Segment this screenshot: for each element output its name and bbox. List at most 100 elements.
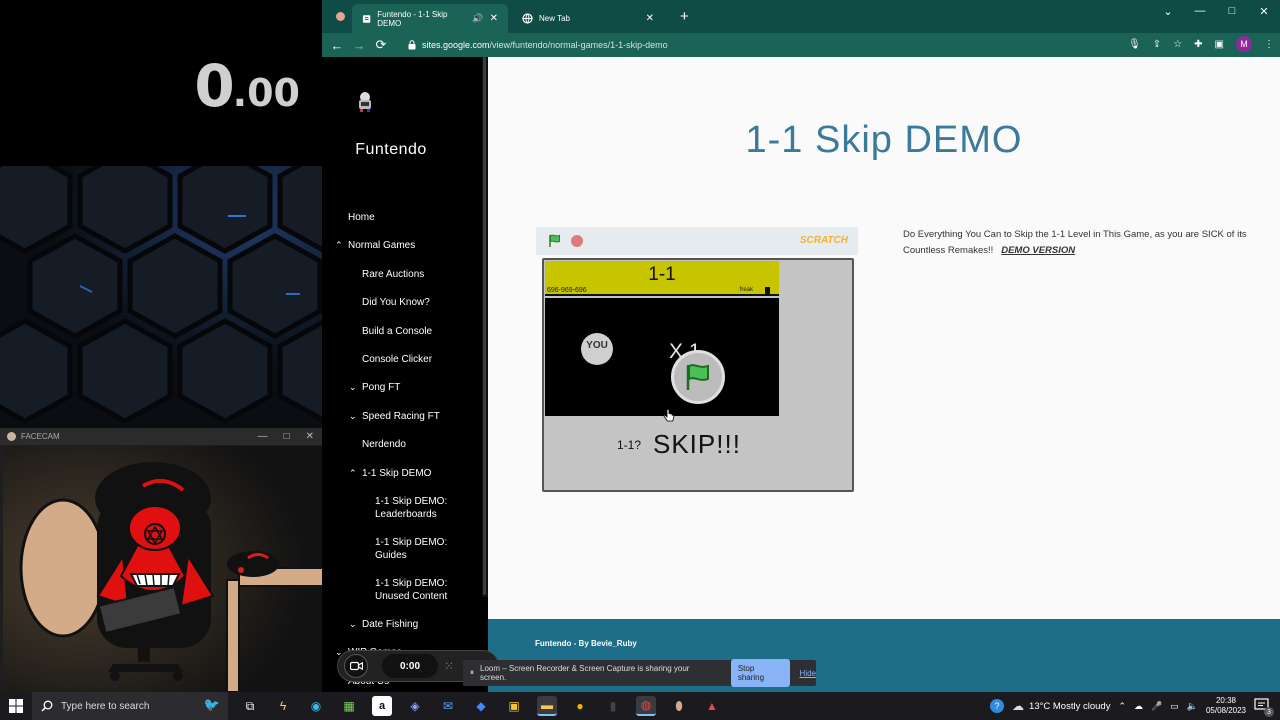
nav-item-home[interactable]: Home	[348, 211, 460, 224]
forward-arrow-icon[interactable]: →	[348, 38, 370, 53]
tab-funtendo[interactable]: Funtendo - 1-1 Skip DEMO 🔊 ✕	[352, 4, 508, 33]
facecam-titlebar[interactable]: FACECAM — □ ✕	[0, 428, 322, 445]
nav-item-1-1-skip-demo-guides[interactable]: 1-1 Skip DEMO: Guides	[375, 536, 460, 562]
drag-handle-icon[interactable]: ⁙	[444, 659, 454, 673]
cloud-sync-icon[interactable]: ☁	[1134, 701, 1143, 712]
stop-sharing-button[interactable]: Stop sharing	[730, 659, 790, 687]
triangle-app-icon[interactable]: ▲	[702, 696, 722, 716]
tab-close-icon[interactable]: ✕	[490, 13, 498, 24]
egg-app-icon[interactable]: ⬮	[669, 696, 689, 716]
chevron-down-icon[interactable]: ⌄	[349, 381, 357, 394]
nav-item-did-you-know[interactable]: Did You Know?	[362, 296, 460, 309]
notification-center-icon[interactable]: 3	[1254, 697, 1274, 717]
loom-recording-time[interactable]: 0:00	[382, 654, 438, 678]
profile-avatar[interactable]: M	[1236, 36, 1252, 52]
nav-item-label: Speed Racing FT	[362, 410, 440, 422]
loom-camera-toggle[interactable]	[344, 654, 368, 678]
weather-widget[interactable]: ☁ 13°C Mostly cloudy	[1012, 699, 1110, 713]
help-icon[interactable]: ?	[990, 699, 1005, 713]
tab-search-button[interactable]: ⌄	[1152, 0, 1184, 22]
facecam-minimize-button[interactable]: —	[258, 431, 268, 442]
demo-version-link[interactable]: DEMO VERSION	[1001, 245, 1075, 256]
file-explorer-icon[interactable]: ▬	[537, 696, 557, 716]
nav-item-date-fishing[interactable]: ⌄ Date Fishing	[349, 618, 460, 631]
chevron-up-icon[interactable]: ⌃	[349, 467, 357, 480]
level-marker	[765, 287, 770, 294]
weather-text: 13°C Mostly cloudy	[1029, 700, 1111, 712]
site-sidebar-nav: Funtendo Home ⌃ Normal Games Rare Auctions D…	[322, 57, 488, 692]
minimize-button[interactable]: —	[1184, 0, 1216, 22]
hide-link[interactable]: Hide	[800, 669, 816, 678]
nav-item-label: Pong FT	[362, 382, 401, 394]
nav-item-1-1-skip-demo[interactable]: ⌃ 1-1 Skip DEMO	[349, 467, 460, 480]
system-clock[interactable]: 20:38 05/08/2023	[1206, 696, 1246, 716]
scratch-logo[interactable]: SCRATCH	[800, 235, 848, 246]
address-bar[interactable]: sites.google.com/view/funtendo/normal-ga…	[400, 36, 1152, 55]
side-panel-icon[interactable]: ▣	[1215, 39, 1224, 50]
green-flag-icon[interactable]	[548, 234, 562, 248]
search-bird-icon: 🐦	[203, 697, 220, 712]
close-button[interactable]: ✕	[1248, 0, 1280, 22]
chrome-window: Funtendo - 1-1 Skip DEMO 🔊 ✕ New Tab ✕ +…	[322, 0, 1280, 692]
nav-item-speed-racing-ft[interactable]: ⌄ Speed Racing FT	[349, 410, 460, 423]
share-icon[interactable]: ⇪	[1153, 39, 1161, 50]
new-tab-button[interactable]: +	[680, 8, 689, 25]
battery-icon[interactable]: ▭	[1170, 701, 1179, 712]
microsoft-store-icon[interactable]: ▦	[339, 696, 359, 716]
chrome-menu-icon[interactable]: ⋮	[1264, 39, 1274, 50]
maximize-button[interactable]: □	[1216, 0, 1248, 22]
funtendo-logo[interactable]	[356, 91, 374, 113]
nav-item-console-clicker[interactable]: Console Clicker	[362, 353, 460, 366]
chrome-icon[interactable]: ◍	[636, 696, 656, 716]
tab-close-icon[interactable]: ✕	[646, 13, 654, 24]
stop-sign-icon[interactable]	[571, 235, 583, 247]
windows-start-icon[interactable]	[0, 699, 32, 713]
app-yellow-icon[interactable]: ▣	[504, 696, 524, 716]
dark-app-icon[interactable]: ▮	[603, 696, 623, 716]
microphone-icon[interactable]: 🎙	[1128, 39, 1141, 50]
task-view-icon[interactable]: ⧉	[240, 696, 260, 716]
edge-icon[interactable]: ◉	[306, 696, 326, 716]
nav-item-nerdendo[interactable]: Nerdendo	[362, 438, 460, 451]
tab-new-tab[interactable]: New Tab ✕	[512, 4, 664, 33]
obs-icon[interactable]: ◈	[405, 696, 425, 716]
reload-icon[interactable]: ⟳	[370, 37, 392, 53]
chevron-down-icon[interactable]: ⌄	[349, 410, 357, 423]
game-stage[interactable]: 1-1 696-969-696 freak YOU X 1 1-1? SKIP!…	[542, 258, 854, 492]
main-content: 1-1 Skip DEMO SCRATCH 1-1 696-969-696 fr…	[488, 57, 1280, 619]
coin-app-icon[interactable]: ●	[570, 696, 590, 716]
nav-item-build-a-console[interactable]: Build a Console	[362, 325, 460, 338]
site-name[interactable]: Funtendo	[322, 141, 460, 159]
nav-item-1-1-skip-demo-unused-content[interactable]: 1-1 Skip DEMO: Unused Content	[375, 577, 460, 603]
tab-audio-icon[interactable]: 🔊	[472, 13, 483, 24]
hexagon-background	[0, 166, 322, 428]
amazon-icon[interactable]: a	[372, 696, 392, 716]
skip-button[interactable]: SKIP!!!	[653, 429, 741, 460]
url-path: /view/funtendo/normal-games/1-1-skip-dem…	[489, 40, 668, 50]
scratch-game-embed[interactable]: SCRATCH 1-1 696-969-696 freak YOU X 1 1-…	[536, 227, 858, 492]
livesplit-icon[interactable]: ϟ	[273, 696, 293, 716]
volume-icon[interactable]: 🔈	[1187, 701, 1198, 712]
chevron-down-icon[interactable]: ⌄	[349, 618, 357, 631]
lock-icon[interactable]	[408, 40, 416, 50]
facecam-window: FACECAM — □ ✕	[0, 428, 322, 692]
green-flag-play-button[interactable]	[671, 350, 725, 404]
mail-icon[interactable]: ✉	[438, 696, 458, 716]
dropbox-icon[interactable]: ◆	[471, 696, 491, 716]
taskbar-apps: ⧉ ϟ ◉ ▦ a ◈ ✉ ◆ ▣ ▬ ● ▮ ◍ ⬮ ▲	[240, 696, 722, 716]
show-hidden-icons-icon[interactable]: ⌃	[1118, 701, 1126, 712]
nav-item-normal-games[interactable]: ⌃ Normal Games	[335, 239, 460, 252]
notification-count: 3	[1264, 707, 1274, 717]
nav-item-rare-auctions[interactable]: Rare Auctions	[362, 268, 460, 281]
extensions-puzzle-icon[interactable]: ✚	[1194, 39, 1202, 50]
nav-item-pong-ft[interactable]: ⌄ Pong FT	[349, 381, 460, 394]
nav-item-1-1-skip-demo-leaderboards[interactable]: 1-1 Skip DEMO: Leaderboards	[375, 495, 460, 521]
bookmark-star-icon[interactable]: ☆	[1173, 39, 1182, 50]
chevron-up-icon[interactable]: ⌃	[335, 239, 343, 252]
facecam-close-button[interactable]: ✕	[306, 431, 314, 442]
microphone-tray-icon[interactable]: 🎤	[1151, 701, 1162, 712]
taskbar-search-box[interactable]: Type here to search 🐦	[32, 692, 228, 720]
facecam-maximize-button[interactable]: □	[284, 431, 290, 442]
back-arrow-icon[interactable]: ←	[326, 38, 348, 53]
level-question: 1-1?	[617, 438, 642, 452]
